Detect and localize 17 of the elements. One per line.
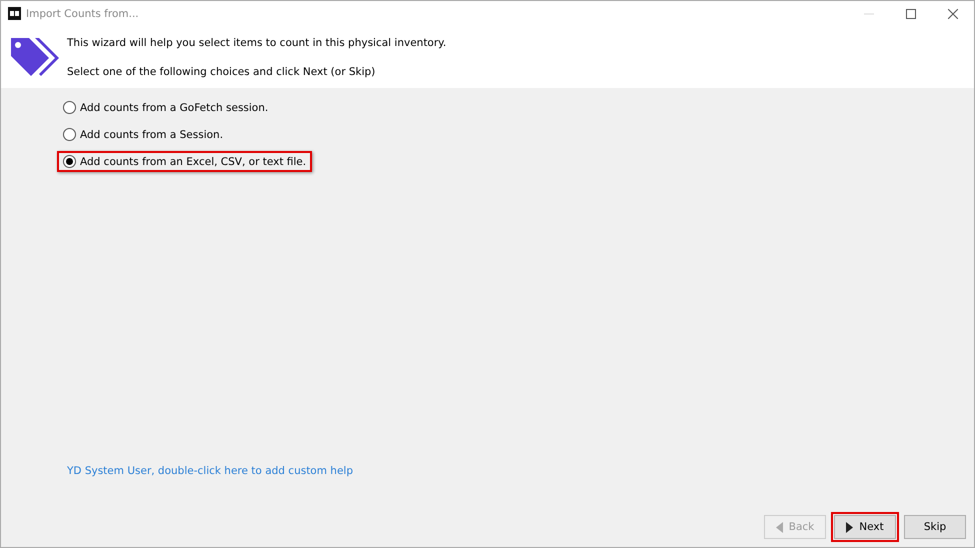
close-icon[interactable]: [948, 8, 958, 18]
app-logo-icon: [8, 7, 21, 20]
right-triangle-icon: [846, 522, 854, 532]
skip-button[interactable]: Skip: [904, 515, 966, 539]
window-title: Import Counts from...: [26, 8, 140, 20]
instruction-text: Select one of the following choices and click Next (or Skip): [67, 66, 376, 78]
choice-label[interactable]: Add counts from a Session.: [80, 128, 224, 140]
radio-button[interactable]: [63, 101, 76, 114]
maximize-icon[interactable]: [906, 8, 916, 18]
choice-label[interactable]: Add counts from a GoFetch session.: [80, 102, 268, 114]
next-button[interactable]: Next: [834, 515, 896, 539]
radio-button[interactable]: [63, 128, 76, 141]
left-triangle-icon: [776, 522, 783, 532]
intro-text: This wizard will help you select items to count in this physical inventory.: [67, 36, 446, 48]
custom-help-link[interactable]: YD System User, double-click here to add custom help: [67, 465, 353, 477]
radio-button[interactable]: [63, 155, 76, 168]
choice-label[interactable]: Add counts from an Excel, CSV, or text file.: [80, 156, 306, 168]
